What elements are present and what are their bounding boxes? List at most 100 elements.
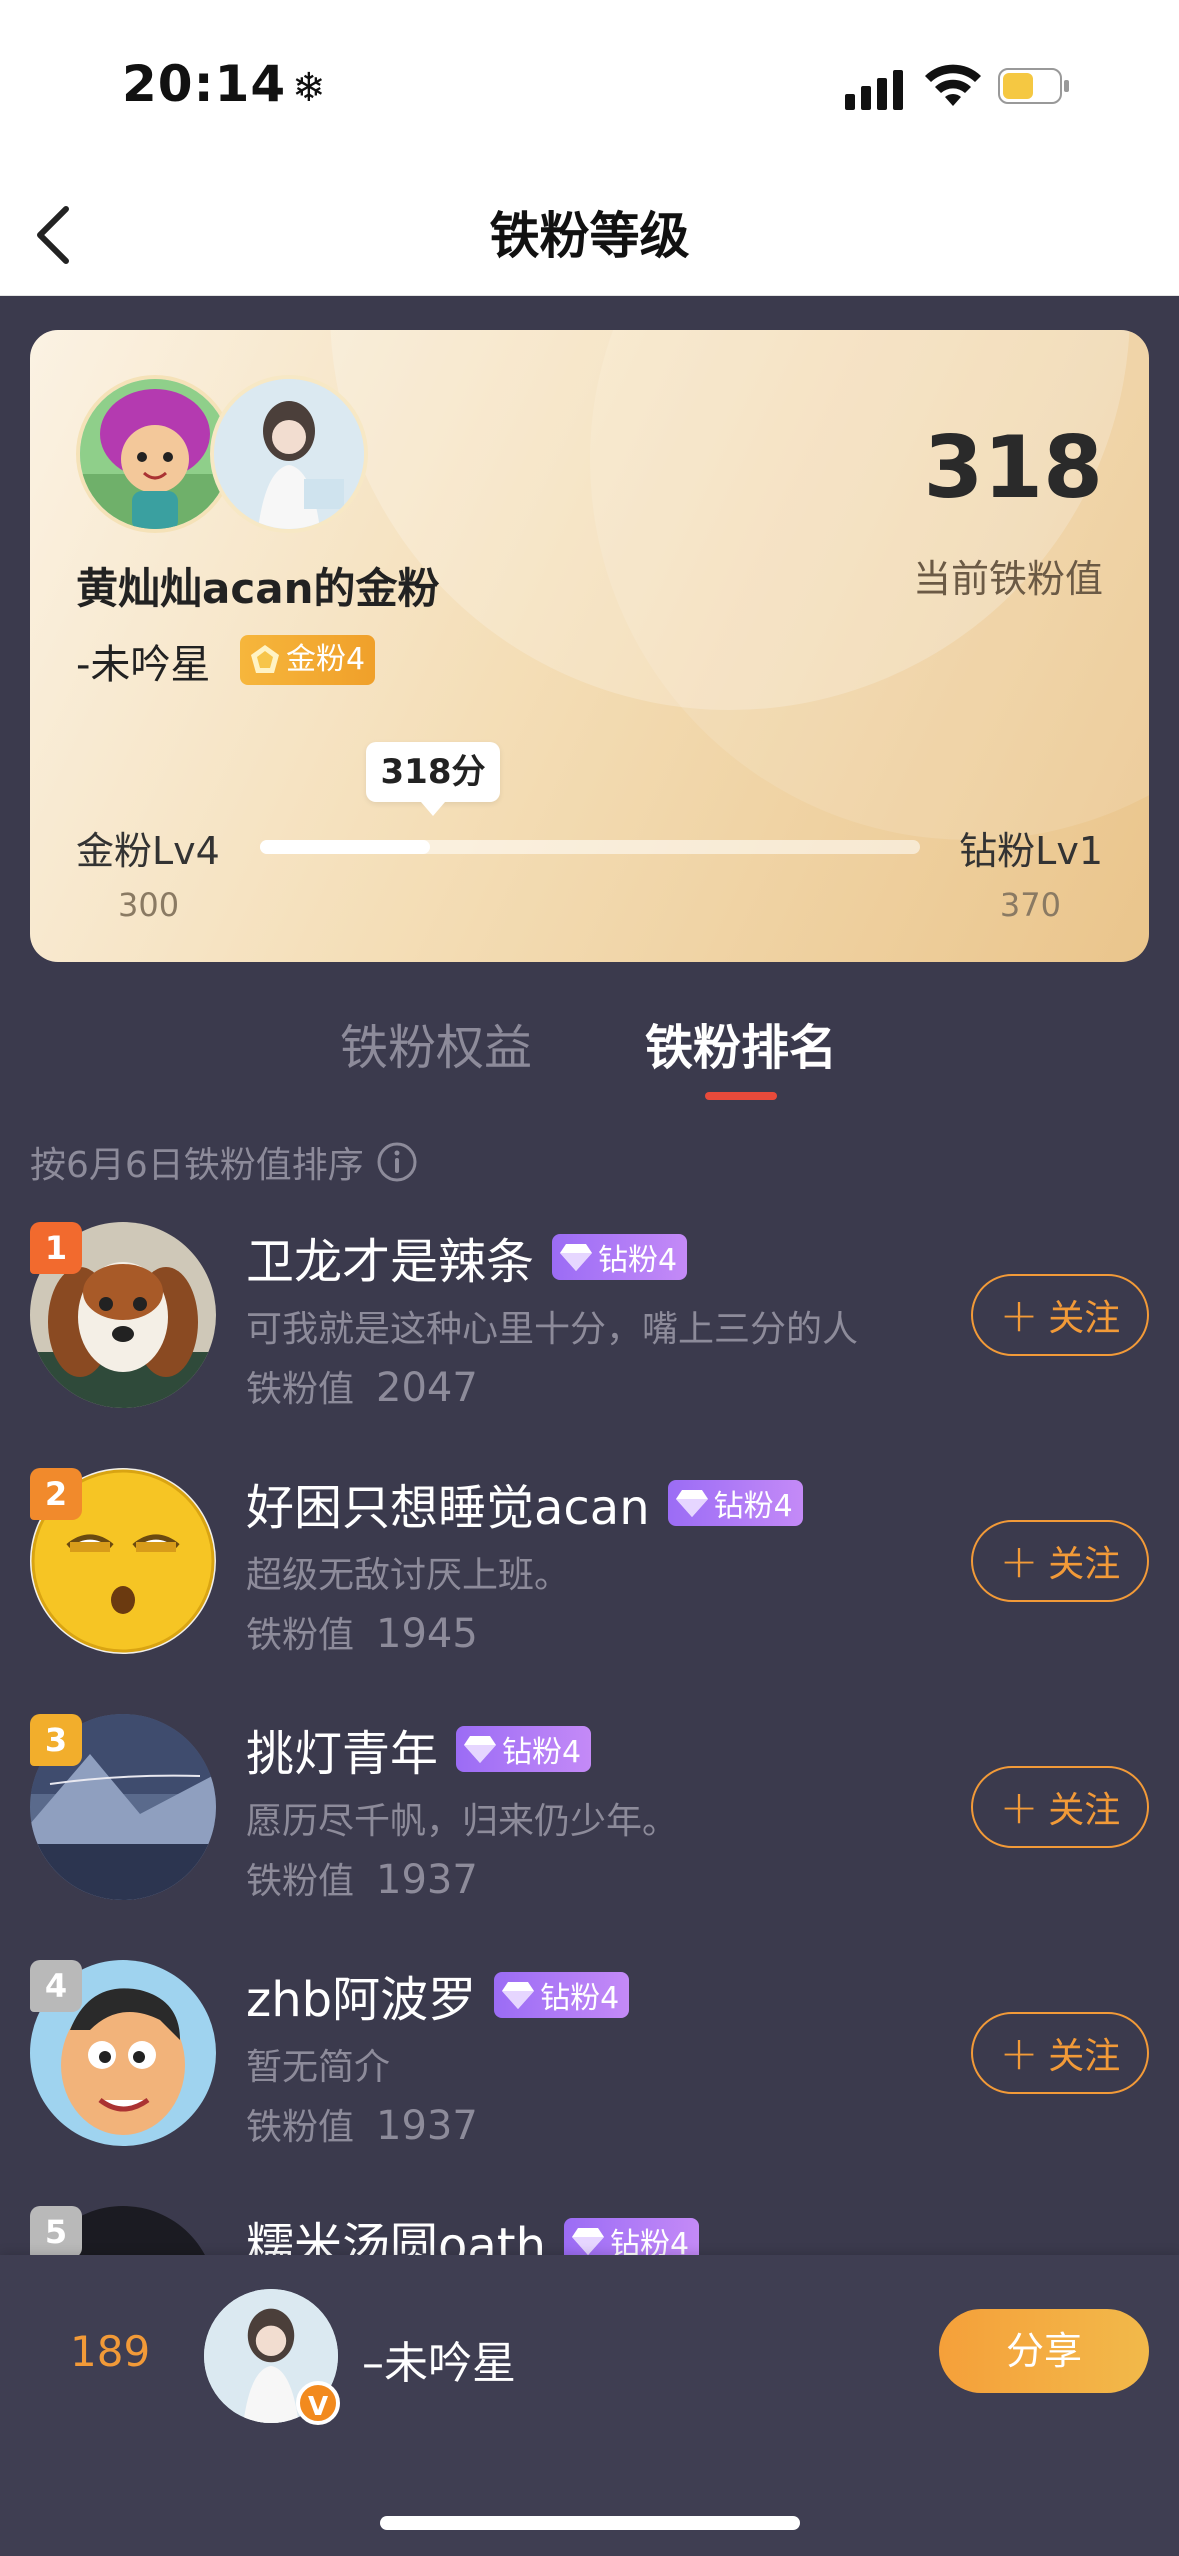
- active-tab-indicator: [705, 1092, 777, 1100]
- diamond-icon: [502, 1982, 535, 2009]
- verified-v-icon: V: [296, 2381, 340, 2425]
- follow-button[interactable]: + 关注: [971, 1274, 1149, 1356]
- user-name-row: zhb阿波罗 钻粉4: [246, 1960, 630, 2030]
- current-score-label: 当前铁粉值: [912, 557, 1103, 601]
- level-progress-bar: [260, 840, 920, 854]
- diamond-icon: [572, 2228, 605, 2255]
- user-avatar[interactable]: [210, 375, 368, 533]
- badge-label: 钻粉4: [502, 1735, 582, 1770]
- ranking-list: 1 卫龙才是辣条 钻粉4 可我就是这种心里十分，嘴上三分的人 铁粉值 2047 +…: [0, 1200, 1179, 2255]
- fan-score-label: 铁粉值: [246, 1861, 355, 1902]
- current-level-threshold: 300: [118, 886, 180, 924]
- gold-fan-badge: 金粉4: [240, 635, 376, 685]
- fan-score: 铁粉值 1945: [246, 1606, 478, 1658]
- fan-score: 铁粉值 1937: [246, 2098, 478, 2150]
- diamond-fan-badge: 钻粉4: [667, 1480, 803, 1526]
- badge-label: 钻粉4: [598, 1243, 678, 1278]
- fan-score-label: 铁粉值: [246, 1369, 355, 1410]
- diamond-fan-badge: 钻粉4: [456, 1726, 592, 1772]
- rank-badge: 1: [30, 1222, 82, 1274]
- tab-fan-ranking[interactable]: 铁粉排名: [645, 1008, 837, 1078]
- gold-badge-label: 金粉4: [286, 642, 366, 677]
- user-name-row: 挑灯青年 钻粉4: [246, 1714, 592, 1784]
- fan-score-label: 铁粉值: [246, 2107, 355, 2148]
- fan-score-value: 2047: [376, 1365, 478, 1411]
- plus-icon: +: [999, 2026, 1039, 2080]
- current-score: 318: [923, 418, 1103, 518]
- next-level-label: 钻粉Lv1: [959, 829, 1103, 873]
- list-item[interactable]: 1 卫龙才是辣条 钻粉4 可我就是这种心里十分，嘴上三分的人 铁粉值 2047 +…: [0, 1200, 1179, 1446]
- user-name-row: 好困只想睡觉acan 钻粉4: [246, 1468, 803, 1538]
- fan-score-value: 1937: [376, 1857, 478, 1903]
- diamond-fan-badge: 钻粉4: [564, 2218, 700, 2255]
- follow-button[interactable]: + 关注: [971, 2012, 1149, 2094]
- diamond-fan-badge: 钻粉4: [552, 1234, 688, 1280]
- next-level-threshold: 370: [999, 886, 1061, 924]
- user-name[interactable]: 卫龙才是辣条: [246, 1222, 534, 1292]
- list-item[interactable]: 4 zhb阿波罗 钻粉4 暂无简介 铁粉值 1937 + 关注: [0, 1938, 1179, 2184]
- cartoon-kid-avatar-icon: [80, 379, 230, 529]
- user-name[interactable]: 好困只想睡觉acan: [246, 1468, 650, 1538]
- follow-label: 关注: [1048, 2036, 1121, 2077]
- rank-badge: 3: [30, 1714, 82, 1766]
- user-bio: 超级无敌讨厌上班。: [246, 1555, 571, 1596]
- user-name[interactable]: 糯米汤圆oath: [246, 2206, 546, 2255]
- diamond-fan-badge: 钻粉4: [494, 1972, 630, 2018]
- user-name[interactable]: 挑灯青年: [246, 1714, 438, 1784]
- badge-label: 钻粉4: [610, 2227, 690, 2255]
- progress-tooltip: 318分: [366, 742, 500, 816]
- fan-score: 铁粉值 2047: [246, 1360, 478, 1412]
- badge-label: 钻粉4: [540, 1981, 620, 2016]
- diamond-icon: [675, 1490, 708, 1517]
- snowflake-icon: ❄: [292, 65, 327, 111]
- plus-icon: +: [999, 1288, 1039, 1342]
- diamond-icon: [560, 1244, 593, 1271]
- level-progress-fill: [260, 840, 430, 854]
- follow-label: 关注: [1048, 1544, 1121, 1585]
- fan-level-card: 318 当前铁粉值 黄灿灿acan的金粉 -未吟星 金粉4 318分 金粉Lv4…: [30, 330, 1149, 962]
- cellular-signal-icon: [845, 70, 903, 110]
- rank-badge: 4: [30, 1960, 82, 2012]
- sort-hint: 按6月6日铁粉值排序: [30, 1145, 364, 1186]
- user-bio: 愿历尽千帆，归来仍少年。: [246, 1801, 679, 1842]
- my-rank: 189: [70, 2327, 151, 2376]
- share-button[interactable]: 分享: [939, 2309, 1149, 2393]
- my-rank-bar: 189 V –未吟星 分享: [0, 2255, 1179, 2556]
- wifi-icon: [925, 64, 981, 106]
- fan-title: 黄灿灿acan的金粉: [76, 564, 440, 613]
- nav-bar: 铁粉等级: [0, 170, 1179, 296]
- sort-hint-row: 按6月6日铁粉值排序: [30, 1136, 418, 1188]
- info-icon[interactable]: [376, 1141, 418, 1183]
- rank-badge: 2: [30, 1468, 82, 1520]
- home-indicator[interactable]: [380, 2516, 800, 2530]
- user-bio: 可我就是这种心里十分，嘴上三分的人: [246, 1309, 859, 1350]
- follow-button[interactable]: + 关注: [971, 1520, 1149, 1602]
- current-level-label: 金粉Lv4: [76, 829, 220, 873]
- status-time: 20:14 ❄: [122, 55, 327, 113]
- status-bar: 20:14 ❄: [0, 0, 1179, 170]
- page-title: 铁粉等级: [489, 207, 690, 265]
- gold-gem-icon: [251, 645, 279, 673]
- fan-score-label: 铁粉值: [246, 1615, 355, 1656]
- diamond-icon: [464, 1736, 497, 1763]
- user-name[interactable]: zhb阿波罗: [246, 1960, 476, 2030]
- plus-icon: +: [999, 1780, 1039, 1834]
- time-text: 20:14: [122, 55, 287, 113]
- list-item[interactable]: 5 糯米汤圆oath 钻粉4: [0, 2184, 1179, 2255]
- tab-bar: 铁粉权益 铁粉排名: [0, 1008, 1179, 1128]
- list-item[interactable]: 2 好困只想睡觉acan 钻粉4 超级无敌讨厌上班。 铁粉值 1945 + 关注: [0, 1446, 1179, 1692]
- plus-icon: +: [999, 1534, 1039, 1588]
- list-item[interactable]: 3 挑灯青年 钻粉4 愿历尽千帆，归来仍少年。 铁粉值 1937 + 关注: [0, 1692, 1179, 1938]
- user-bio: 暂无简介: [246, 2047, 391, 2088]
- girl-photo-avatar-icon: [214, 379, 364, 529]
- follow-label: 关注: [1048, 1790, 1121, 1831]
- user-name-row: 卫龙才是辣条 钻粉4: [246, 1222, 688, 1292]
- follow-label: 关注: [1048, 1298, 1121, 1339]
- fan-score: 铁粉值 1937: [246, 1852, 478, 1904]
- badge-label: 钻粉4: [713, 1489, 793, 1524]
- user-name-row: 糯米汤圆oath 钻粉4: [246, 2206, 700, 2255]
- fan-score-value: 1937: [376, 2103, 478, 2149]
- rank-badge: 5: [30, 2206, 82, 2255]
- follow-button[interactable]: + 关注: [971, 1766, 1149, 1848]
- tab-fan-benefits[interactable]: 铁粉权益: [340, 1008, 532, 1078]
